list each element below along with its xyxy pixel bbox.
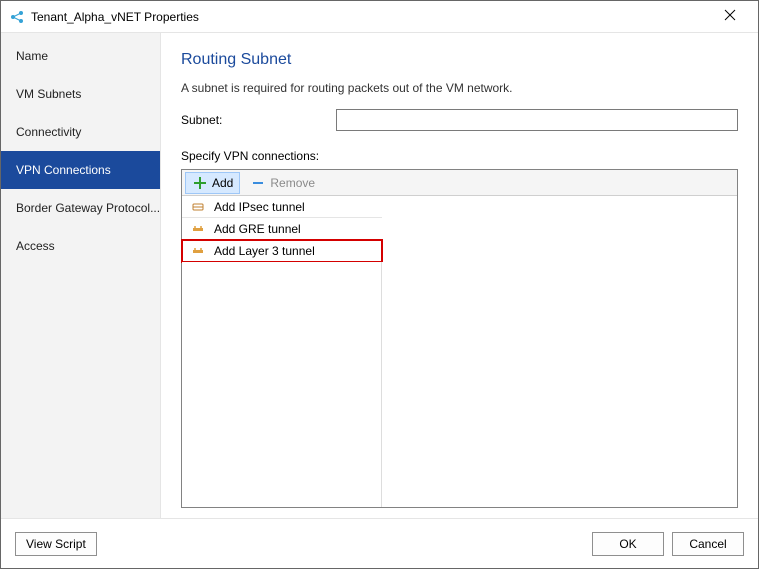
title-bar: Tenant_Alpha_vNET Properties bbox=[1, 1, 758, 33]
subnet-row: Subnet: bbox=[181, 109, 738, 131]
remove-button[interactable]: Remove bbox=[244, 172, 321, 194]
list-area bbox=[182, 262, 737, 507]
content-pane: Routing Subnet A subnet is required for … bbox=[161, 33, 758, 518]
list-toolbar: Add Remove bbox=[182, 170, 737, 196]
add-dropdown-menu: Add IPsec tunnel Add GRE tunnel Add Laye… bbox=[182, 196, 382, 262]
sidebar-item-label: Name bbox=[16, 49, 48, 63]
tunnel-icon bbox=[190, 243, 206, 259]
dialog-body: Name VM Subnets Connectivity VPN Connect… bbox=[1, 33, 758, 518]
sidebar-item-bgp[interactable]: Border Gateway Protocol... bbox=[1, 189, 160, 227]
sidebar-item-label: Border Gateway Protocol... bbox=[16, 201, 160, 215]
page-title: Routing Subnet bbox=[181, 51, 738, 69]
sidebar-item-label: VM Subnets bbox=[16, 87, 81, 101]
app-icon bbox=[9, 9, 25, 25]
tunnel-icon bbox=[190, 221, 206, 237]
menu-item-label: Add GRE tunnel bbox=[214, 222, 301, 236]
sidebar-item-label: VPN Connections bbox=[16, 163, 111, 177]
plus-icon bbox=[192, 175, 208, 191]
sidebar-item-vpn-connections[interactable]: VPN Connections bbox=[1, 151, 160, 189]
menu-item-add-ipsec-tunnel[interactable]: Add IPsec tunnel bbox=[182, 196, 382, 218]
page-description: A subnet is required for routing packets… bbox=[181, 81, 738, 95]
menu-item-add-gre-tunnel[interactable]: Add GRE tunnel bbox=[182, 218, 382, 240]
add-button-label: Add bbox=[212, 176, 233, 190]
vpn-connections-list: Add Remove Add IPsec tunnel bbox=[181, 169, 738, 508]
tunnel-icon bbox=[190, 199, 206, 215]
list-right-column bbox=[382, 262, 737, 507]
sidebar-item-label: Access bbox=[16, 239, 55, 253]
specify-label: Specify VPN connections: bbox=[181, 149, 738, 163]
sidebar-item-vm-subnets[interactable]: VM Subnets bbox=[1, 75, 160, 113]
dialog-footer: View Script OK Cancel bbox=[1, 518, 758, 568]
minus-icon bbox=[250, 175, 266, 191]
sidebar-item-label: Connectivity bbox=[16, 125, 81, 139]
window-title: Tenant_Alpha_vNET Properties bbox=[31, 10, 710, 24]
menu-item-add-layer3-tunnel[interactable]: Add Layer 3 tunnel bbox=[182, 240, 382, 262]
menu-item-label: Add IPsec tunnel bbox=[214, 200, 305, 214]
subnet-input[interactable] bbox=[336, 109, 738, 131]
cancel-button[interactable]: Cancel bbox=[672, 532, 744, 556]
sidebar-item-connectivity[interactable]: Connectivity bbox=[1, 113, 160, 151]
sidebar-item-name[interactable]: Name bbox=[1, 37, 160, 75]
sidebar-item-access[interactable]: Access bbox=[1, 227, 160, 265]
sidebar: Name VM Subnets Connectivity VPN Connect… bbox=[1, 33, 161, 518]
remove-button-label: Remove bbox=[270, 176, 315, 190]
ok-button[interactable]: OK bbox=[592, 532, 664, 556]
add-button[interactable]: Add bbox=[185, 172, 240, 194]
view-script-button[interactable]: View Script bbox=[15, 532, 97, 556]
menu-item-label: Add Layer 3 tunnel bbox=[214, 244, 315, 258]
properties-dialog: Tenant_Alpha_vNET Properties Name VM Sub… bbox=[0, 0, 759, 569]
subnet-label: Subnet: bbox=[181, 113, 336, 127]
close-button[interactable] bbox=[710, 8, 750, 25]
list-left-column bbox=[182, 262, 382, 507]
